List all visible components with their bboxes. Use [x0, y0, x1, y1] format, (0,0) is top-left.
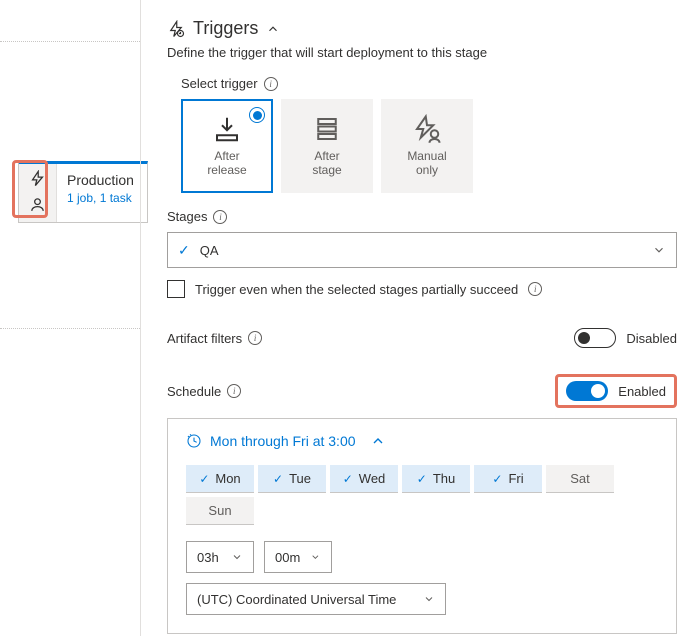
check-icon: ✓ [178, 242, 190, 259]
check-icon: ✓ [492, 472, 502, 486]
day-thu[interactable]: ✓Thu [402, 465, 470, 493]
artifact-filters-state: Disabled [626, 331, 677, 346]
minute-select[interactable]: 00m [264, 541, 332, 573]
info-icon[interactable]: i [227, 384, 241, 398]
check-icon: ✓ [199, 472, 209, 486]
panel-description: Define the trigger that will start deplo… [167, 45, 677, 60]
stages-value: QA [200, 243, 219, 258]
day-wed[interactable]: ✓Wed [330, 465, 398, 493]
trigger-after-release[interactable]: After release [181, 99, 273, 193]
info-icon[interactable]: i [248, 331, 262, 345]
trigger-manual-only[interactable]: Manual only [381, 99, 473, 193]
trigger-after-stage[interactable]: After stage [281, 99, 373, 193]
hour-select[interactable]: 03h [186, 541, 254, 573]
timezone-select[interactable]: (UTC) Coordinated Universal Time [186, 583, 446, 615]
chevron-down-icon [423, 593, 435, 605]
schedule-summary: Mon through Fri at 3:00 [210, 433, 356, 449]
schedule-toggle[interactable] [566, 381, 608, 401]
stage-trigger-highlight [12, 160, 48, 218]
info-icon[interactable]: i [264, 77, 278, 91]
day-tue[interactable]: ✓Tue [258, 465, 326, 493]
chevron-up-icon [370, 433, 386, 449]
panel-title: Triggers [193, 18, 258, 39]
stages-label: Stages [167, 209, 207, 224]
check-icon: ✓ [417, 472, 427, 486]
info-icon[interactable]: i [213, 210, 227, 224]
day-mon[interactable]: ✓Mon [186, 465, 254, 493]
schedule-toggle-highlight: Enabled [555, 374, 677, 408]
check-icon: ✓ [343, 472, 353, 486]
trigger-label: After stage [312, 150, 341, 178]
schedule-label: Schedule [167, 384, 221, 399]
partial-succeed-checkbox[interactable] [167, 280, 185, 298]
stage-subtitle[interactable]: 1 job, 1 task [67, 191, 134, 205]
chevron-down-icon [652, 243, 666, 257]
clock-icon [186, 433, 202, 449]
day-fri[interactable]: ✓Fri [474, 465, 542, 493]
server-icon [312, 114, 342, 144]
stages-dropdown[interactable]: ✓ QA [167, 232, 677, 268]
select-trigger-label: Select trigger [181, 76, 258, 91]
artifact-filters-label: Artifact filters [167, 331, 242, 346]
lightning-user-icon [412, 114, 442, 144]
trigger-label: Manual only [407, 150, 446, 178]
day-sun[interactable]: Sun [186, 497, 254, 525]
panel-header[interactable]: Triggers [167, 18, 677, 39]
stage-title: Production [67, 172, 134, 188]
trigger-label: After release [207, 150, 246, 178]
chevron-up-icon [266, 22, 280, 36]
chevron-down-icon [310, 551, 321, 563]
artifact-filters-toggle[interactable] [574, 328, 616, 348]
chevron-down-icon [231, 551, 243, 563]
schedule-state: Enabled [618, 384, 666, 399]
day-sat[interactable]: Sat [546, 465, 614, 493]
download-icon [212, 114, 242, 144]
partial-succeed-label: Trigger even when the selected stages pa… [195, 282, 518, 297]
lightning-icon [167, 20, 185, 38]
check-icon: ✓ [273, 472, 283, 486]
radio-selected-icon [249, 107, 265, 123]
schedule-summary-row[interactable]: Mon through Fri at 3:00 [186, 433, 658, 449]
info-icon[interactable]: i [528, 282, 542, 296]
